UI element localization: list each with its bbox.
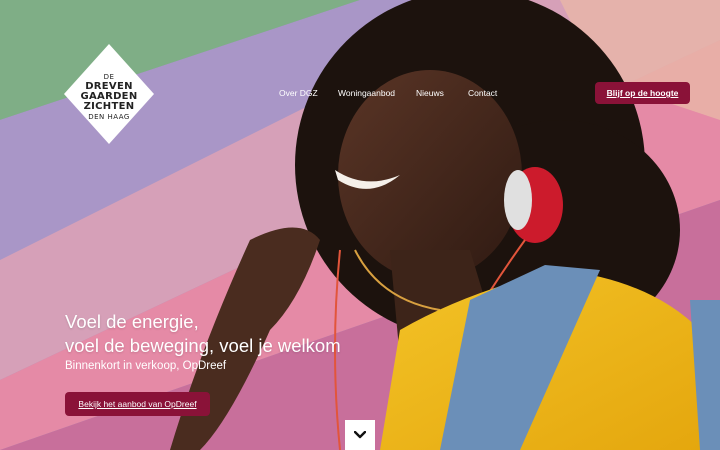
nav-item-over-dgz[interactable]: Over DGZ — [279, 88, 318, 98]
view-offer-button[interactable]: Bekijk het aanbod van OpDreef — [65, 392, 210, 416]
hero-headline-line-1: Voel de energie, — [65, 311, 199, 332]
scroll-down-button[interactable] — [345, 420, 375, 450]
logo-text-den-haag: DEN HAAG — [88, 113, 130, 121]
hero-headline-line-2: voel de beweging, voel je welkom — [65, 335, 341, 356]
nav-item-nieuws[interactable]: Nieuws — [416, 88, 444, 98]
site-logo[interactable]: DE DREVEN GAARDEN ZICHTEN DEN HAAG — [64, 44, 154, 144]
hero-subline: Binnenkort in verkoop, OpDreef — [65, 360, 227, 372]
logo-text-zichten: ZICHTEN — [83, 101, 135, 112]
hero-headline: Voel de energie, voel de beweging, voel … — [65, 310, 341, 358]
nav-item-woningaanbod[interactable]: Woningaanbod — [338, 88, 395, 98]
subscribe-button[interactable]: Blijf op de hoogte — [595, 82, 690, 104]
chevron-down-icon — [354, 431, 366, 439]
nav-item-contact[interactable]: Contact — [468, 88, 497, 98]
